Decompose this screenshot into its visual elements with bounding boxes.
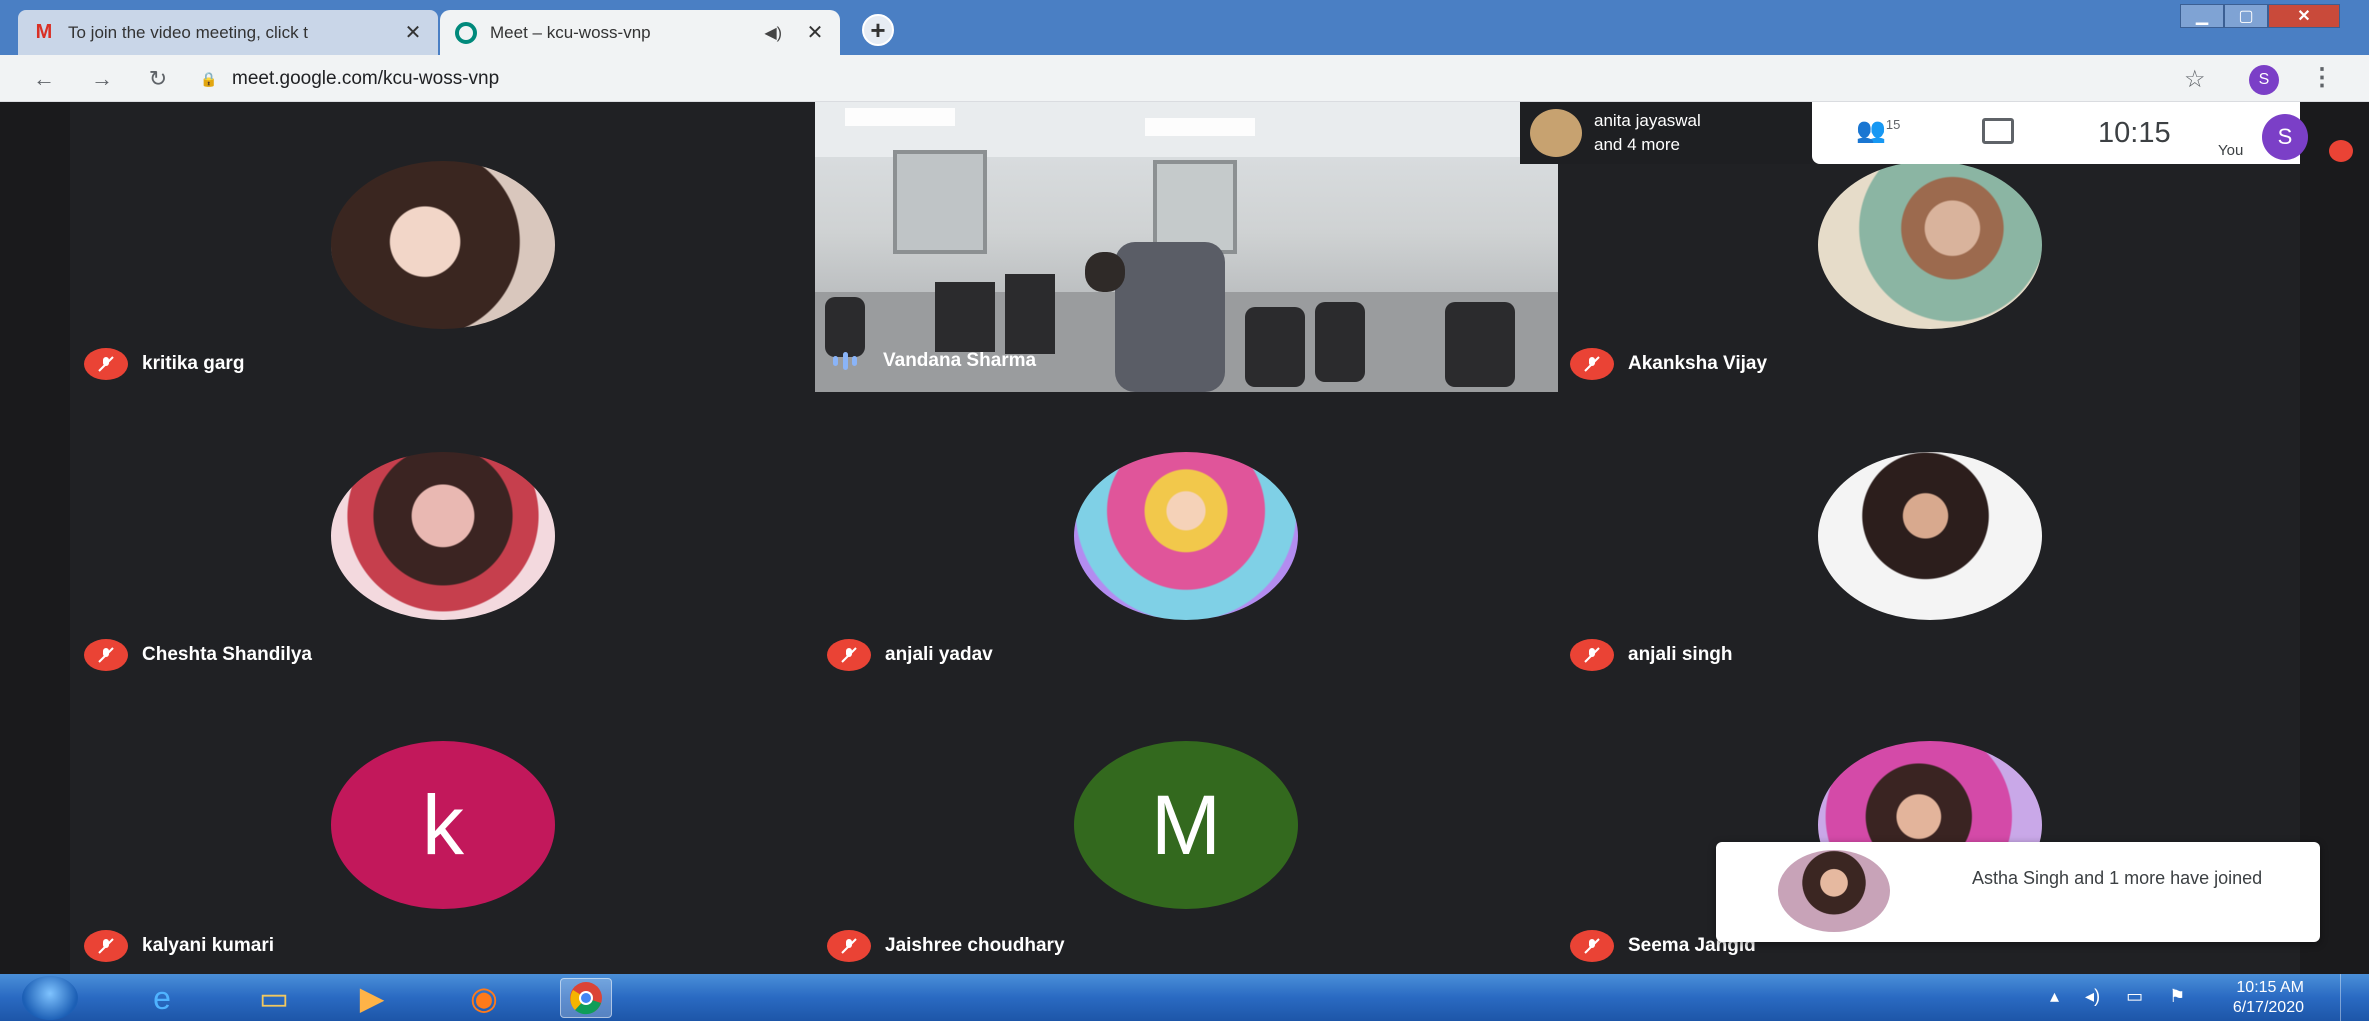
participant-name-row: Cheshta Shandilya [84,639,312,671]
meeting-top-bar: 👥15 10:15 [1812,102,2220,164]
audio-playing-icon[interactable]: ◀) [764,23,782,43]
mic-off-icon [84,930,128,962]
mic-off-icon [84,348,128,380]
internet-explorer-icon[interactable]: e [136,978,188,1018]
participant-name: kritika garg [142,353,245,374]
network-icon[interactable]: ▭ [2126,986,2143,1007]
presenter-indicator[interactable]: anita jayaswal and 4 more [1520,102,1812,164]
people-icon: 👥 [1856,117,1886,144]
participant-name: kalyani kumari [142,935,275,956]
window-close-button[interactable]: ✕ [2268,4,2340,28]
self-mic-off-icon [2329,140,2353,162]
presenter-avatar [1530,109,1582,157]
presenter-more: and 4 more [1594,135,1680,154]
speaking-indicator-icon [833,351,857,371]
clock-time: 10:15 AM [2236,979,2304,996]
participant-count: 15 [1885,117,1901,132]
notification-text: Astha Singh and 1 more have joined [1972,868,2263,888]
you-label: You [2218,142,2244,159]
joined-participant-avatar [1778,850,1890,932]
self-avatar[interactable]: S [2262,114,2308,160]
address-bar-row: ← → ↻ 🔒 meet.google.com/kcu-woss-vnp ☆ S… [0,55,2369,102]
clock-date: 6/17/2020 [2232,999,2304,1016]
action-center-flag-icon[interactable]: ⚑ [2169,986,2185,1007]
participant-name-row: kalyani kumari [84,930,274,962]
participant-avatar [1818,452,2042,620]
chat-icon[interactable] [1982,118,2014,144]
meet-icon [454,21,478,45]
participant-name-row: Jaishree choudhary [827,930,1065,962]
tab-title: Meet – kcu-woss-vnp [490,22,651,42]
office-video-frame [815,102,1558,392]
minimize-button[interactable]: ▁ [2180,4,2224,28]
mic-off-icon [827,930,871,962]
mic-off-icon [1570,348,1614,380]
participant-name: Akanksha Vijay [1628,353,1768,374]
url-field[interactable]: 🔒 meet.google.com/kcu-woss-vnp [200,62,2190,96]
firefox-icon[interactable]: ◉ [458,978,510,1018]
chrome-icon[interactable] [560,978,612,1018]
tab-meet[interactable]: Meet – kcu-woss-vnp ◀) ✕ [440,10,840,55]
meeting-clock: 10:15 [2098,117,2171,149]
participant-name-row: Vandana Sharma [833,350,1036,372]
participant-avatar [331,161,555,329]
system-clock[interactable]: 10:15 AM 6/17/2020 [2228,978,2304,1018]
join-notification: Astha Singh and 1 more have joined [1716,842,2320,942]
participant-name: Cheshta Shandilya [142,644,312,665]
browser-tab-strip: M To join the video meeting, click t ✕ M… [0,0,2369,55]
participant-name-row: kritika garg [84,348,244,380]
tab-gmail[interactable]: M To join the video meeting, click t ✕ [18,10,438,55]
media-player-icon[interactable]: ▶ [346,978,398,1018]
participant-name: anjali singh [1628,644,1733,665]
stage-left-margin [0,102,70,974]
windows-taskbar: e ▭ ▶ ◉ ▴ ◂) ▭ ⚑ 10:15 AM 6/17/2020 [0,974,2369,1021]
lock-icon: 🔒 [200,70,218,87]
system-tray: ▴ ◂) ▭ ⚑ [2050,986,2185,1007]
mic-off-icon [84,639,128,671]
forward-arrow-icon[interactable]: → [88,65,116,93]
close-tab-icon[interactable]: ✕ [402,20,424,45]
participant-name: Vandana Sharma [883,350,1037,371]
participant-name-row: anjali singh [1570,639,1733,671]
file-explorer-icon[interactable]: ▭ [248,978,300,1018]
gmail-icon: M [35,21,53,43]
back-arrow-icon[interactable]: ← [30,65,58,93]
participant-name: Jaishree choudhary [885,935,1065,956]
reload-icon[interactable]: ↻ [144,65,172,93]
participant-video: Vandana Sharma [815,102,1558,392]
browser-profile-avatar[interactable]: S [2249,65,2279,95]
start-button[interactable] [22,976,78,1020]
mic-off-icon [827,639,871,671]
people-button[interactable]: 👥15 [1856,116,1900,145]
mic-off-icon [1570,930,1614,962]
participant-avatar [331,452,555,620]
new-tab-button[interactable]: + [862,14,894,46]
close-tab-icon[interactable]: ✕ [804,20,826,45]
volume-icon[interactable]: ◂) [2085,986,2100,1007]
participant-name-row: anjali yadav [827,639,993,671]
participant-avatar: M [1074,741,1298,909]
participant-name: anjali yadav [885,644,993,665]
bookmark-star-icon[interactable]: ☆ [2184,65,2206,94]
participant-name-row: Akanksha Vijay [1570,348,1767,380]
browser-menu-icon[interactable]: ⋮ [2310,63,2334,92]
participant-avatar: k [331,741,555,909]
show-hidden-icons-icon[interactable]: ▴ [2050,986,2059,1007]
participant-avatar [1074,452,1298,620]
mic-off-icon [1570,639,1614,671]
url-text: meet.google.com/kcu-woss-vnp [232,68,500,89]
maximize-button[interactable]: ▢ [2224,4,2268,28]
tab-title: To join the video meeting, click t [68,22,309,42]
show-desktop-button[interactable] [2340,974,2369,1021]
presenter-name: anita jayaswal [1594,111,1701,130]
participant-avatar [1818,161,2042,329]
